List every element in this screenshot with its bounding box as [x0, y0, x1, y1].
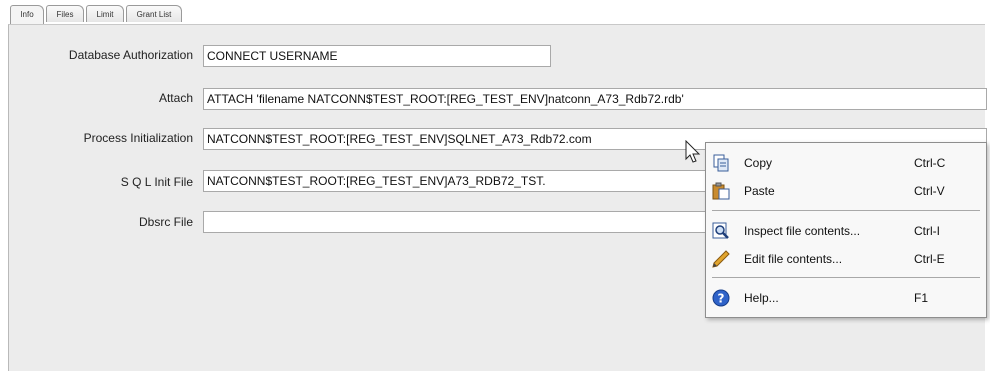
menu-item-inspect-file-contents[interactable]: Inspect file contents... Ctrl-I	[706, 219, 986, 243]
attach-field[interactable]: ATTACH 'filename NATCONN$TEST_ROOT:[REG_…	[203, 88, 987, 110]
inspect-icon	[712, 222, 730, 240]
menu-item-shortcut: Ctrl-I	[914, 224, 940, 238]
menu-item-label: Copy	[744, 156, 773, 170]
menu-item-copy[interactable]: Copy Ctrl-C	[706, 151, 986, 175]
help-icon: ?	[712, 289, 730, 307]
menu-item-shortcut: Ctrl-E	[914, 252, 945, 266]
mouse-cursor-icon	[685, 139, 701, 167]
menu-item-label: Inspect file contents...	[744, 224, 861, 238]
tab-files[interactable]: Files	[46, 5, 84, 22]
tab-grant-list[interactable]: Grant List	[126, 5, 182, 22]
tab-limit[interactable]: Limit	[86, 5, 124, 22]
database-authorization-field[interactable]: CONNECT USERNAME	[203, 45, 551, 67]
menu-item-shortcut: F1	[914, 291, 929, 305]
paste-icon	[712, 182, 730, 200]
process-initialization-label: Process Initialization	[83, 131, 193, 145]
menu-item-label: Help...	[744, 291, 779, 305]
menu-item-shortcut: Ctrl-V	[914, 184, 945, 198]
menu-item-help[interactable]: ? Help... F1	[706, 286, 986, 310]
menu-separator	[712, 277, 980, 278]
menu-item-edit-file-contents[interactable]: Edit file contents... Ctrl-E	[706, 247, 986, 271]
menu-separator	[712, 210, 980, 211]
copy-icon	[712, 154, 730, 172]
svg-text:?: ?	[718, 292, 725, 306]
menu-item-label: Edit file contents...	[744, 252, 843, 266]
menu-item-shortcut: Ctrl-C	[914, 156, 946, 170]
pencil-icon	[712, 250, 730, 268]
dbsrc-file-label: Dbsrc File	[138, 215, 193, 229]
menu-item-label: Paste	[744, 184, 775, 198]
menu-item-paste[interactable]: Paste Ctrl-V	[706, 179, 986, 203]
tab-info[interactable]: Info	[10, 5, 44, 24]
database-authorization-label: Database Authorization	[68, 48, 193, 62]
attach-label: Attach	[158, 91, 193, 105]
sql-init-file-label: S Q L Init File	[120, 175, 193, 189]
context-menu: Copy Ctrl-C Paste Ctrl-V Inspect file co…	[705, 142, 987, 318]
